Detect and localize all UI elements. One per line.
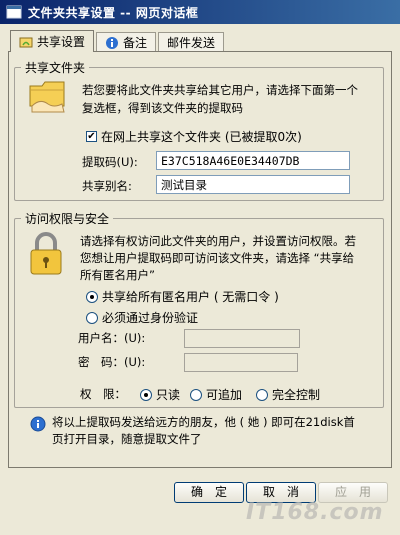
tab-strip: 共享设置 备注 邮件发送: [10, 30, 226, 52]
radio-perm-readonly-dot: [140, 388, 152, 401]
radio-perm-append-dot: [190, 388, 202, 401]
radio-perm-append-label: 可追加: [206, 388, 243, 402]
code-label: 提取码(U):: [82, 155, 138, 169]
password-label: 密 码：(U):: [78, 355, 146, 369]
share-folder-legend: 共享文件夹: [25, 61, 86, 75]
radio-perm-full[interactable]: 完全控制: [256, 386, 320, 403]
title-bar: 文件夹共享设置 -- 网页对话框: [0, 0, 400, 24]
radio-auth-dot: [86, 311, 98, 324]
info-diamond-icon: [106, 36, 119, 49]
alias-field[interactable]: 测试目录: [156, 175, 350, 194]
share-description-1: 若您要将此文件夹共享给其它用户，请选择下面第一个: [82, 83, 358, 97]
share-online-checkbox[interactable]: ✔ 在网上共享这个文件夹 (已被提取0次): [86, 128, 302, 145]
permission-label: 权 限：: [80, 387, 126, 401]
folder-hand-icon: [29, 81, 65, 113]
radio-perm-full-dot: [256, 388, 268, 401]
access-description-3: 所有匿名用户”: [80, 268, 155, 282]
padlock-icon: [30, 232, 62, 275]
tab-share-settings[interactable]: 共享设置: [10, 30, 95, 52]
ie-window-icon: [6, 5, 22, 19]
radio-perm-full-label: 完全控制: [272, 388, 321, 402]
radio-anonymous-dot: [86, 290, 98, 303]
info-text: 将以上提取码发送给远方的朋友，他 ( 她 ) 即可在21disk首 页打开目录，…: [52, 414, 386, 448]
radio-perm-append[interactable]: 可追加: [190, 386, 242, 403]
share-folder-icon: [19, 37, 33, 47]
username-label: 用户名：(U):: [78, 331, 146, 345]
tab-notes[interactable]: 备注: [96, 32, 157, 52]
radio-anonymous[interactable]: 共享给所有匿名用户 ( 无需口令 ): [86, 288, 279, 305]
checkbox-checkmark: ✔: [86, 130, 97, 142]
access-description-2: 您想让用户提取码即可访问该文件夹，请选择 “共享给: [80, 251, 355, 265]
share-online-checkbox-label: 在网上共享这个文件夹 (已被提取0次): [101, 130, 302, 144]
username-field[interactable]: [184, 329, 300, 348]
tab-mail-send[interactable]: 邮件发送: [158, 32, 225, 52]
share-description-2: 复选框，得到该文件夹的提取码: [82, 101, 243, 115]
info-text-line1: 将以上提取码发送给远方的朋友，他 ( 她 ) 即可在21disk首: [52, 415, 355, 429]
code-field[interactable]: E37C518A46E0E34407DB: [156, 151, 350, 170]
access-security-legend: 访问权限与安全: [25, 212, 110, 226]
password-field[interactable]: [184, 353, 298, 372]
info-icon: [30, 416, 46, 432]
radio-perm-readonly-label: 只读: [156, 388, 181, 402]
info-text-line2: 页打开目录，随意提取文件了: [52, 432, 202, 446]
watermark-logo: IT168.com: [246, 500, 384, 525]
radio-anonymous-label: 共享给所有匿名用户 ( 无需口令 ): [102, 290, 279, 304]
radio-auth-label: 必须通过身份验证: [102, 311, 199, 325]
window-title: 文件夹共享设置 -- 网页对话框: [28, 5, 199, 20]
alias-label: 共享别名:: [82, 179, 132, 193]
radio-perm-readonly[interactable]: 只读: [140, 386, 180, 403]
radio-auth[interactable]: 必须通过身份验证: [86, 309, 198, 326]
access-description-1: 请选择有权访问此文件夹的用户，并设置访问权限。若: [80, 234, 356, 248]
ok-button[interactable]: 确 定: [174, 482, 244, 503]
